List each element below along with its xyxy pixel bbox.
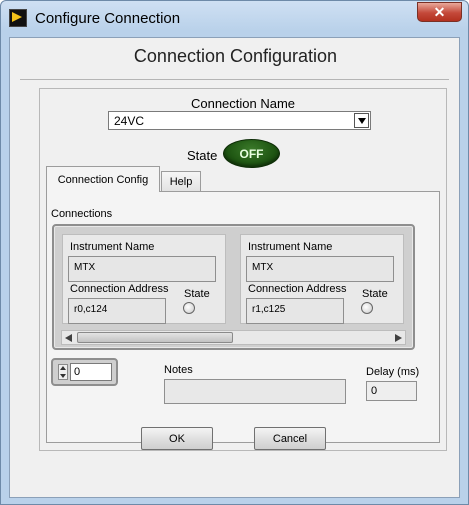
scroll-left-icon[interactable] [65, 334, 72, 342]
delay-field[interactable]: 0 [366, 381, 417, 401]
cluster-state-label: State [362, 288, 388, 300]
title-bar[interactable]: Configure Connection ✕ [1, 1, 468, 35]
ok-button[interactable]: OK [141, 427, 213, 450]
array-index-control: 0 [51, 358, 118, 386]
state-label: State [187, 148, 218, 163]
configure-connection-window: Configure Connection ✕ Connection Config… [0, 0, 469, 505]
instrument-name-field[interactable]: MTX [246, 256, 394, 282]
configuration-panel: Connection Name 24VC State OFF Connectio… [39, 88, 447, 451]
state-led-text: OFF [239, 146, 264, 161]
chevron-down-icon[interactable] [354, 113, 369, 128]
heading-divider [20, 79, 449, 80]
connection-address-field[interactable]: r0,c124 [68, 298, 166, 324]
dialog-client-area: Connection Configuration Connection Name… [9, 37, 460, 498]
increment-icon[interactable] [60, 366, 66, 370]
close-button[interactable]: ✕ [417, 2, 462, 22]
array-index-input[interactable]: 0 [70, 363, 112, 381]
scroll-right-icon[interactable] [395, 334, 402, 342]
horizontal-scrollbar[interactable] [61, 330, 406, 345]
cancel-button[interactable]: Cancel [254, 427, 326, 450]
connection-cluster: Instrument Name MTX Connection Address r… [62, 234, 226, 324]
connection-name-select[interactable]: 24VC [108, 111, 371, 130]
state-toggle-button[interactable]: OFF [223, 139, 280, 168]
connection-cluster: Instrument Name MTX Connection Address r… [240, 234, 404, 324]
scrollbar-thumb[interactable] [77, 332, 233, 343]
delay-label: Delay (ms) [366, 366, 420, 378]
notes-label: Notes [164, 364, 193, 376]
tab-connection-config[interactable]: Connection Config [46, 166, 160, 192]
instrument-name-field[interactable]: MTX [68, 256, 216, 282]
connections-label: Connections [51, 208, 113, 220]
close-icon: ✕ [433, 3, 446, 20]
connections-array: Instrument Name MTX Connection Address r… [52, 224, 415, 350]
state-radio[interactable] [183, 302, 195, 314]
connection-address-label: Connection Address [248, 283, 347, 295]
instrument-name-label: Instrument Name [248, 241, 333, 253]
connection-name-label: Connection Name [190, 96, 296, 111]
page-title: Connection Configuration [133, 46, 338, 66]
window-title: Configure Connection [35, 10, 181, 27]
connection-address-field[interactable]: r1,c125 [246, 298, 344, 324]
labview-app-icon [9, 9, 27, 27]
decrement-icon[interactable] [60, 374, 66, 378]
state-radio[interactable] [361, 302, 373, 314]
connection-config-tabpage: Connections Instrument Name MTX Connecti… [46, 191, 440, 443]
instrument-name-label: Instrument Name [70, 241, 155, 253]
notes-field[interactable] [164, 379, 346, 404]
connection-name-value: 24VC [114, 114, 145, 128]
index-stepper[interactable] [58, 364, 68, 380]
connection-address-label: Connection Address [70, 283, 169, 295]
cluster-state-label: State [184, 288, 210, 300]
tab-help[interactable]: Help [161, 171, 201, 191]
